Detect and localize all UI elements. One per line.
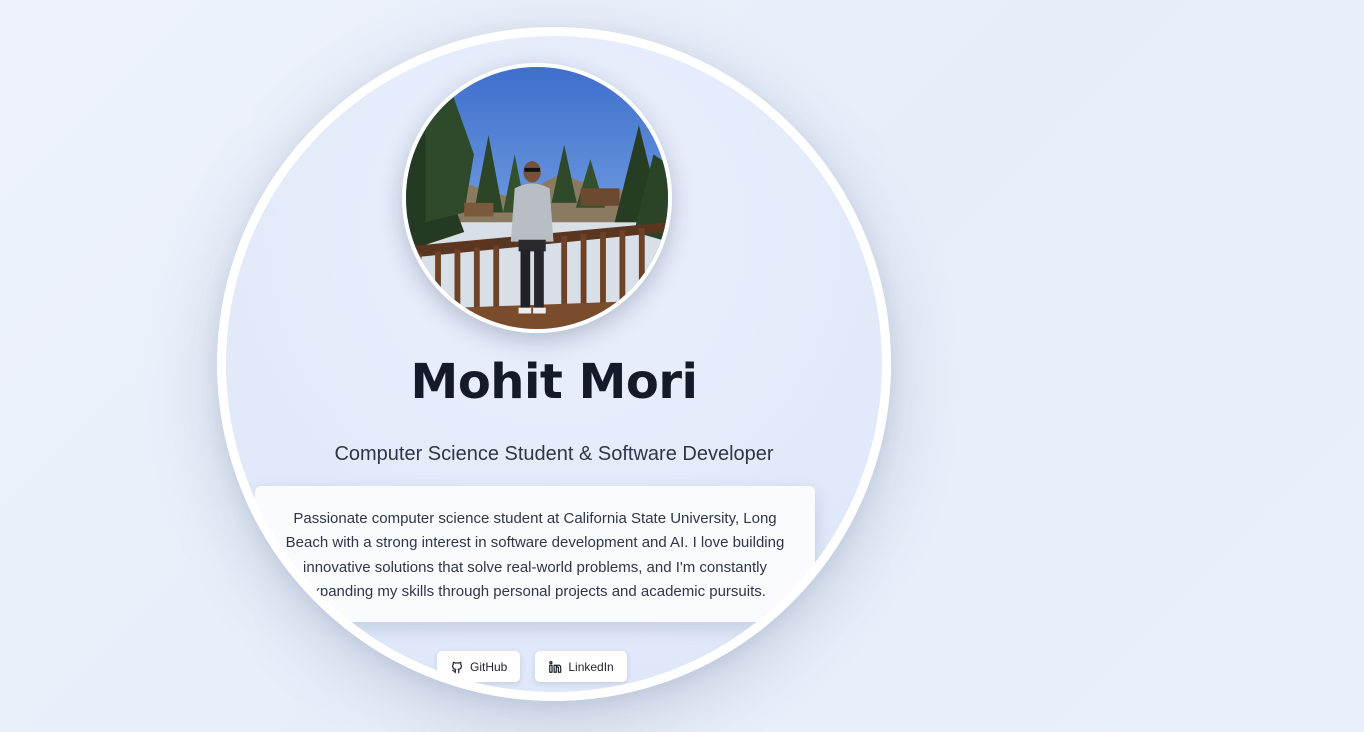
linkedin-icon (548, 660, 562, 674)
profile-photo (402, 63, 672, 333)
social-links: GitHub LinkedIn (437, 651, 627, 682)
github-icon (450, 660, 464, 674)
profile-name: Mohit Mori (410, 354, 698, 410)
github-button[interactable]: GitHub (437, 651, 521, 682)
linkedin-button[interactable]: LinkedIn (535, 651, 627, 682)
profile-subtitle: Computer Science Student & Software Deve… (334, 443, 774, 465)
bio-text: Passionate computer science student at C… (285, 510, 785, 600)
profile-card: Mohit Mori Computer Science Student & So… (217, 27, 891, 701)
bio-card: Passionate computer science student at C… (255, 486, 815, 622)
github-label: GitHub (470, 659, 508, 674)
linkedin-label: LinkedIn (568, 659, 614, 674)
